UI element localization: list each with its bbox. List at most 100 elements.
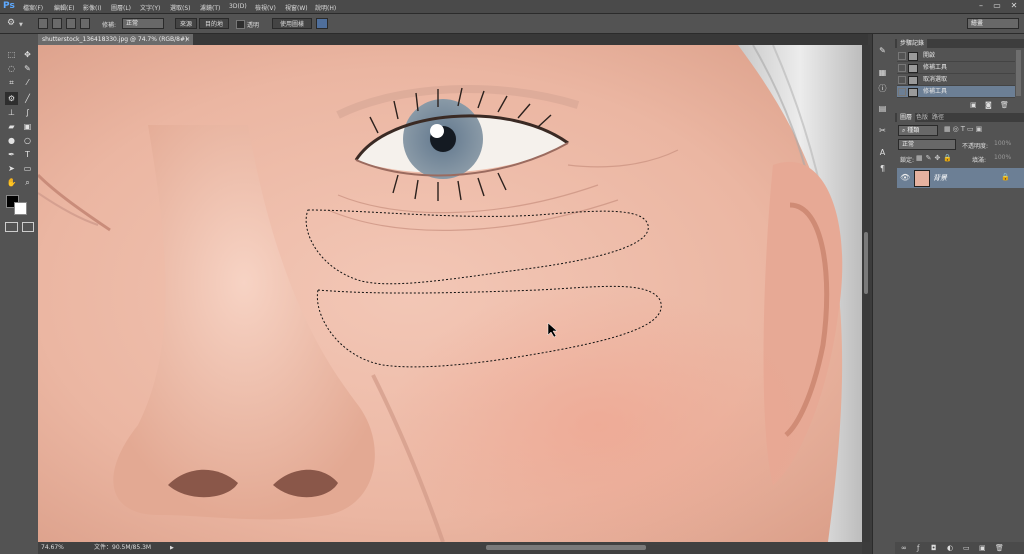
type-tool-icon[interactable]: T bbox=[21, 148, 34, 161]
patch-mode-select[interactable]: 正常 bbox=[122, 18, 164, 29]
menu-3d[interactable]: 3D(D) bbox=[229, 3, 247, 10]
menu-type[interactable]: 文字(Y) bbox=[140, 3, 160, 12]
transparent-checkbox[interactable] bbox=[236, 20, 245, 29]
quick-select-tool-icon[interactable]: ✎ bbox=[21, 62, 34, 75]
tab-history[interactable]: 步驟記錄 bbox=[897, 39, 928, 48]
mask-icon[interactable]: ◘ bbox=[931, 544, 937, 552]
menu-help[interactable]: 說明(H) bbox=[315, 3, 336, 12]
destination-button[interactable]: 目的地 bbox=[199, 18, 229, 29]
layer-filter-select[interactable]: ⌕ 種類 bbox=[898, 125, 938, 136]
blend-mode-select[interactable]: 正常 bbox=[898, 139, 956, 150]
lasso-tool-icon[interactable]: ◌ bbox=[5, 62, 18, 75]
trash-icon[interactable]: 🗑 bbox=[1000, 101, 1009, 109]
history-item-label: 取消選取 bbox=[923, 76, 948, 83]
transparent-label: 透明 bbox=[247, 22, 260, 29]
shape-tool-icon[interactable]: ▭ bbox=[21, 162, 34, 175]
brush-tool-icon[interactable]: ╱ bbox=[21, 92, 34, 105]
link-layers-icon[interactable]: ∞ bbox=[901, 544, 907, 552]
tab-paths[interactable]: 路徑 bbox=[929, 113, 947, 122]
pen-tool-icon[interactable]: ✒ bbox=[5, 148, 18, 161]
image-canvas[interactable] bbox=[38, 45, 862, 542]
history-snapshot-checkbox[interactable] bbox=[898, 52, 906, 60]
new-selection-icon[interactable] bbox=[38, 18, 48, 29]
eyedropper-tool-icon[interactable]: ⁄ bbox=[21, 76, 34, 89]
eye-icon[interactable]: 👁 bbox=[900, 173, 910, 182]
history-snapshot-checkbox[interactable] bbox=[898, 88, 906, 96]
patch-tool-preset-icon[interactable]: ⚙ bbox=[4, 17, 18, 30]
paragraph-icon[interactable]: ¶ bbox=[877, 164, 888, 174]
crop-tool-icon[interactable]: ⌗ bbox=[5, 76, 18, 89]
add-selection-icon[interactable] bbox=[52, 18, 62, 29]
document-tab[interactable]: shutterstock_136418330.jpg @ 74.7% (RGB/… bbox=[38, 34, 193, 45]
tools-icon[interactable]: ✂ bbox=[877, 126, 888, 136]
menu-window[interactable]: 視窗(W) bbox=[285, 3, 308, 12]
info-icon[interactable]: ⓘ bbox=[877, 84, 888, 94]
menu-select[interactable]: 選取(S) bbox=[170, 3, 191, 12]
menu-edit[interactable]: 編輯(E) bbox=[54, 3, 74, 12]
source-button[interactable]: 來源 bbox=[175, 18, 197, 29]
chevron-down-icon[interactable]: ▼ bbox=[19, 22, 23, 28]
deselect-icon bbox=[908, 76, 918, 85]
zoom-level[interactable]: 74.67% bbox=[41, 542, 64, 554]
dodge-tool-icon[interactable]: ○ bbox=[21, 134, 34, 147]
history-brush-tool-icon[interactable]: ∫ bbox=[21, 106, 34, 119]
eraser-tool-icon[interactable]: ▰ bbox=[5, 120, 18, 133]
quick-mask-icon[interactable] bbox=[5, 222, 18, 232]
stamp-tool-icon[interactable]: ⊥ bbox=[5, 106, 18, 119]
history-item-label: 修補工具 bbox=[923, 64, 948, 71]
chevron-right-icon[interactable]: ▶ bbox=[170, 542, 174, 554]
history-snapshot-checkbox[interactable] bbox=[898, 76, 906, 84]
menu-image[interactable]: 影像(I) bbox=[83, 3, 101, 12]
history-item-selected[interactable]: 修補工具 bbox=[897, 86, 1015, 98]
menu-layer[interactable]: 圖層(L) bbox=[111, 3, 131, 12]
move-tool-icon[interactable]: ✥ bbox=[21, 48, 34, 61]
new-layer-icon[interactable]: ▣ bbox=[979, 544, 986, 552]
history-item[interactable]: 取消選取 bbox=[897, 74, 1015, 86]
hand-tool-icon[interactable]: ✋ bbox=[5, 176, 18, 189]
intersect-selection-icon[interactable] bbox=[80, 18, 90, 29]
fill-value[interactable]: 100% bbox=[994, 154, 1011, 161]
horizontal-scroll-thumb[interactable] bbox=[486, 545, 646, 550]
marquee-tool-icon[interactable]: ⬚ bbox=[5, 48, 18, 61]
menu-file[interactable]: 檔案(F) bbox=[23, 3, 43, 12]
menu-filter[interactable]: 濾鏡(T) bbox=[200, 3, 220, 12]
minimize-button[interactable]: – bbox=[974, 1, 988, 11]
new-document-from-state-icon[interactable]: ▣ bbox=[970, 101, 977, 109]
close-icon[interactable]: × bbox=[185, 34, 190, 45]
history-snapshot-checkbox[interactable] bbox=[898, 64, 906, 72]
zoom-tool-icon[interactable]: ⌕ bbox=[21, 176, 34, 189]
adjustments-icon[interactable]: ▤ bbox=[877, 104, 888, 114]
background-color-swatch[interactable] bbox=[14, 202, 27, 215]
lock-icons[interactable]: ▦✎✥🔒 bbox=[916, 154, 955, 162]
menu-view[interactable]: 檢視(V) bbox=[255, 3, 276, 12]
vertical-scroll-thumb[interactable] bbox=[864, 232, 868, 294]
workspace-select[interactable]: 繪畫 bbox=[967, 18, 1019, 29]
subtract-selection-icon[interactable] bbox=[66, 18, 76, 29]
maximize-button[interactable]: ▭ bbox=[990, 1, 1004, 11]
blur-tool-icon[interactable]: ● bbox=[5, 134, 18, 147]
adjustment-layer-icon[interactable]: ◐ bbox=[947, 544, 953, 552]
right-panel-dock bbox=[895, 34, 1024, 554]
camera-icon[interactable]: ◙ bbox=[985, 101, 992, 109]
layer-filter-icons[interactable]: ▦◎T▭▣ bbox=[944, 125, 1004, 134]
path-select-tool-icon[interactable]: ➤ bbox=[5, 162, 18, 175]
layer-name[interactable]: 背景 bbox=[933, 173, 947, 183]
layer-row[interactable]: 👁 背景 🔒 bbox=[897, 168, 1024, 188]
layer-thumbnail bbox=[914, 170, 930, 187]
clone-source-icon[interactable]: ▦ bbox=[877, 68, 888, 78]
history-item[interactable]: 修補工具 bbox=[897, 62, 1015, 74]
close-button[interactable]: ✕ bbox=[1007, 1, 1021, 11]
screen-mode-icon[interactable] bbox=[22, 222, 34, 232]
trash-icon[interactable]: 🗑 bbox=[995, 544, 1004, 552]
history-item[interactable]: 開啟 bbox=[897, 50, 1015, 62]
pattern-swatch[interactable] bbox=[316, 18, 328, 29]
layer-style-icon[interactable]: ƒ bbox=[917, 544, 919, 552]
patch-tool-icon[interactable]: ⚙ bbox=[5, 92, 18, 105]
brush-preset-icon[interactable]: ✎ bbox=[877, 46, 888, 56]
history-scrollbar[interactable] bbox=[1016, 50, 1021, 96]
group-icon[interactable]: ▭ bbox=[963, 544, 970, 552]
character-icon[interactable]: A bbox=[877, 148, 888, 158]
opacity-value[interactable]: 100% bbox=[994, 140, 1011, 147]
gradient-tool-icon[interactable]: ▣ bbox=[21, 120, 34, 133]
use-pattern-button[interactable]: 使用圖樣 bbox=[272, 18, 312, 29]
